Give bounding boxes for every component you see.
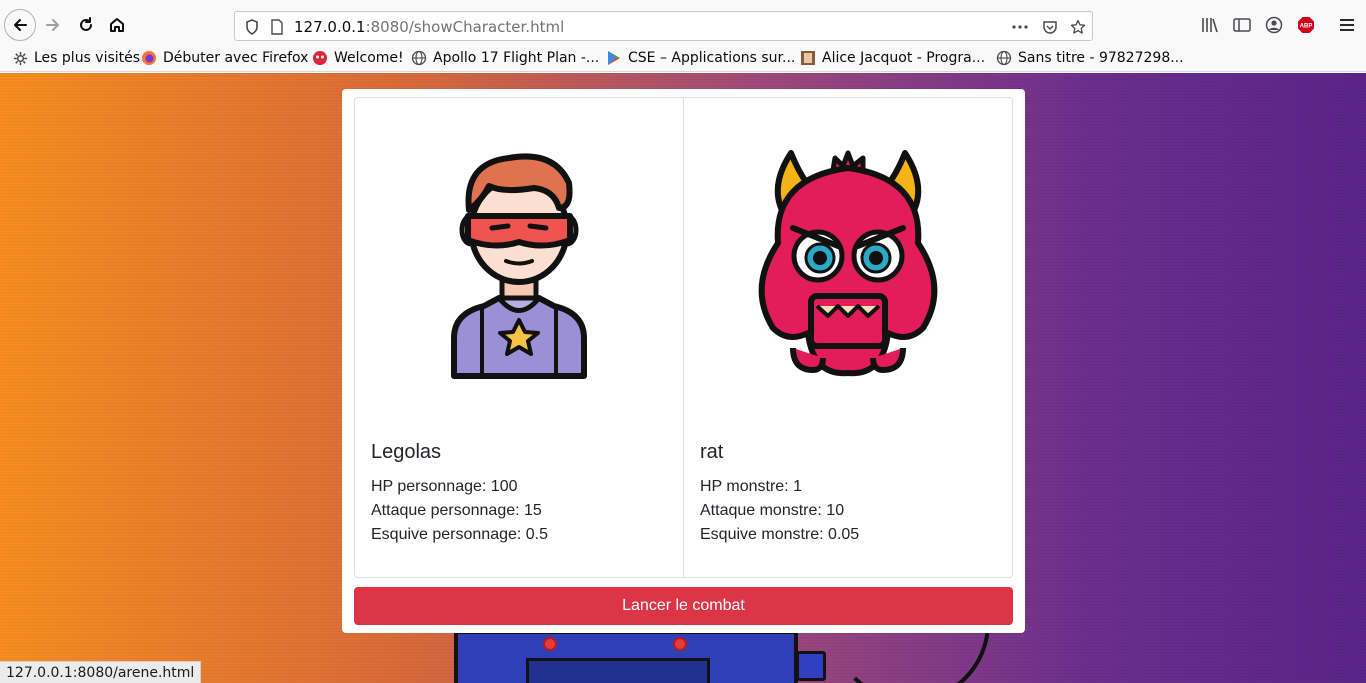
- monster-dodge: Esquive monstre: 0.05: [700, 526, 860, 543]
- url-path: :8080/showCharacter.html: [365, 18, 565, 36]
- arcade-led: [543, 637, 557, 651]
- character-attack: Attaque personnage: 15: [371, 502, 542, 519]
- bookmark-item[interactable]: Débuter avec Firefox: [141, 49, 308, 67]
- arrow-right-icon: [46, 19, 59, 31]
- character-card: Legolas HP personnage: 100 Attaque perso…: [355, 98, 683, 577]
- character-image: [355, 138, 683, 388]
- svg-text:ABP: ABP: [1300, 24, 1313, 30]
- pocket-icon[interactable]: [1041, 18, 1059, 36]
- character-name: Legolas: [371, 441, 442, 463]
- bookmark-star-icon[interactable]: [1069, 18, 1087, 36]
- image-icon: [800, 50, 816, 66]
- bookmark-label: Alice Jacquot - Progra...: [822, 50, 986, 66]
- gear-icon: [12, 50, 28, 66]
- adblock-icon[interactable]: ABP: [1296, 15, 1316, 35]
- bookmark-label: CSE – Applications sur...: [628, 50, 796, 66]
- browser-toolbar: 127.0.0.1:8080/showCharacter.html ABP: [0, 0, 1366, 44]
- account-icon[interactable]: [1264, 15, 1284, 35]
- firefox-icon: [141, 50, 157, 66]
- monster-name: rat: [700, 441, 724, 463]
- bookmark-label: Les plus visités: [34, 50, 141, 66]
- bookmark-item[interactable]: CSE – Applications sur...: [606, 49, 795, 67]
- more-actions-icon[interactable]: [1011, 18, 1029, 36]
- forward-button[interactable]: [37, 9, 69, 41]
- monster-image: [684, 138, 1012, 388]
- play-store-icon: [606, 50, 622, 66]
- shield-icon[interactable]: [243, 18, 261, 36]
- url-host: 127.0.0.1: [294, 18, 366, 36]
- arrow-left-icon: [14, 19, 27, 31]
- bookmark-item[interactable]: Apollo 17 Flight Plan -...: [411, 49, 599, 67]
- url-text[interactable]: 127.0.0.1:8080/showCharacter.html: [294, 18, 564, 36]
- home-icon: [110, 18, 124, 32]
- menu-icon[interactable]: [1337, 15, 1357, 35]
- globe-icon: [411, 50, 427, 66]
- character-hp: HP personnage: 100: [371, 478, 518, 495]
- bookmark-item[interactable]: Sans titre - 97827298...: [996, 49, 1184, 67]
- bookmark-item[interactable]: Les plus visités: [12, 49, 140, 67]
- card-group: Legolas HP personnage: 100 Attaque perso…: [354, 97, 1013, 578]
- monster-card: rat HP monstre: 1 Attaque monstre: 10 Es…: [683, 98, 1012, 577]
- character-dodge: Esquive personnage: 0.5: [371, 526, 549, 543]
- reload-icon: [80, 17, 92, 31]
- reload-button[interactable]: [70, 9, 102, 41]
- arcade-led: [673, 637, 687, 651]
- arcade-screen: [526, 658, 710, 683]
- bookmark-label: Apollo 17 Flight Plan -...: [433, 50, 600, 66]
- bookmark-item[interactable]: Welcome!: [312, 49, 404, 67]
- character-modal: Legolas HP personnage: 100 Attaque perso…: [342, 89, 1025, 633]
- url-bar[interactable]: 127.0.0.1:8080/showCharacter.html: [234, 11, 1093, 41]
- bookmark-label: Sans titre - 97827298...: [1018, 50, 1184, 66]
- start-fight-button[interactable]: Lancer le combat: [354, 587, 1013, 625]
- bookmark-label: Débuter avec Firefox: [163, 50, 309, 66]
- bookmarks-bar: Les plus visités Débuter avec Firefox We…: [0, 44, 1366, 72]
- welcome-icon: [312, 50, 328, 66]
- arcade-plug: [796, 651, 826, 681]
- back-button[interactable]: [4, 9, 36, 41]
- home-button[interactable]: [101, 9, 133, 41]
- superhero-avatar-icon: [451, 153, 587, 379]
- monster-avatar-icon: [758, 150, 938, 377]
- monster-attack: Attaque monstre: 10: [700, 502, 845, 519]
- globe-icon: [996, 50, 1012, 66]
- sidebar-icon[interactable]: [1232, 15, 1252, 35]
- monster-hp: HP monstre: 1: [700, 478, 802, 495]
- page-info-icon[interactable]: [268, 18, 286, 36]
- status-bar-url: 127.0.0.1:8080/arene.html: [0, 661, 202, 683]
- library-icon[interactable]: [1200, 15, 1220, 35]
- bookmark-label: Welcome!: [334, 50, 404, 66]
- bookmark-item[interactable]: Alice Jacquot - Progra...: [800, 49, 985, 67]
